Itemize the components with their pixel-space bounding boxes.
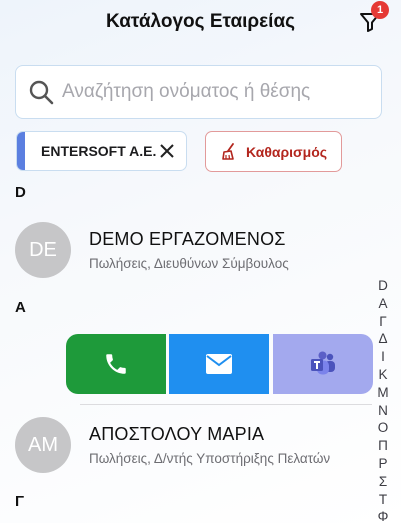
chip-accent-bar — [17, 132, 25, 170]
contact-role: Πωλήσεις, Δ/ντής Υποστήριξης Πελατών — [89, 451, 331, 466]
avatar[interactable]: DE — [15, 222, 71, 278]
search-input[interactable] — [62, 81, 362, 103]
teams-icon — [311, 351, 335, 375]
contact-name[interactable]: DEMO ΕΡΓΑΖΟΜΕΝΟΣ — [89, 229, 286, 250]
index-letter[interactable]: Δ — [378, 330, 387, 348]
mail-icon — [206, 354, 232, 374]
index-letter[interactable]: Σ — [379, 473, 387, 491]
broom-icon — [222, 142, 234, 160]
clear-filters-label: Καθαρισμός — [245, 143, 328, 160]
index-letter[interactable]: Ι — [381, 348, 385, 366]
index-letter[interactable]: Φ — [378, 508, 389, 523]
index-letter[interactable]: Μ — [377, 384, 388, 402]
section-header-g: Γ — [15, 493, 25, 510]
avatar[interactable]: AM — [15, 417, 71, 473]
index-letter[interactable]: D — [378, 277, 388, 295]
phone-icon — [106, 354, 126, 374]
page-title: Κατάλογος Εταιρείας — [105, 11, 296, 32]
search-box[interactable] — [15, 65, 382, 119]
call-action-button[interactable] — [66, 334, 166, 394]
top-bar: Κατάλογος Εταιρείας 1 — [0, 0, 401, 48]
index-letter[interactable]: Ρ — [378, 455, 387, 473]
index-letter[interactable]: Π — [378, 437, 388, 455]
row-divider — [80, 404, 372, 405]
search-icon — [29, 80, 54, 105]
alphabet-index[interactable]: D Α Γ Δ Ι Κ Μ Ν Ο Π Ρ Σ Τ Φ — [374, 277, 392, 523]
section-header-d: D — [15, 184, 26, 201]
section-header-a: Α — [15, 299, 26, 316]
contact-name[interactable]: ΑΠΟΣΤΟΛΟΥ ΜΑΡΙΑ — [89, 424, 264, 445]
clear-filters-button[interactable]: Καθαρισμός — [205, 131, 342, 172]
index-letter[interactable]: Τ — [379, 491, 387, 509]
chip-label: ENTERSOFT A.E. — [41, 143, 157, 159]
index-letter[interactable]: Ν — [378, 402, 388, 420]
close-icon[interactable] — [160, 144, 174, 158]
contact-role: Πωλήσεις, Διευθύνων Σύμβουλος — [89, 256, 289, 271]
index-letter[interactable]: Γ — [379, 313, 386, 331]
filter-count-badge: 1 — [371, 1, 389, 19]
index-letter[interactable]: Α — [378, 295, 387, 313]
email-action-button[interactable] — [169, 334, 269, 394]
company-filter-chip[interactable]: ENTERSOFT A.E. — [16, 131, 187, 171]
teams-action-button[interactable] — [273, 334, 373, 394]
index-letter[interactable]: Ο — [378, 419, 389, 437]
index-letter[interactable]: Κ — [378, 366, 387, 384]
